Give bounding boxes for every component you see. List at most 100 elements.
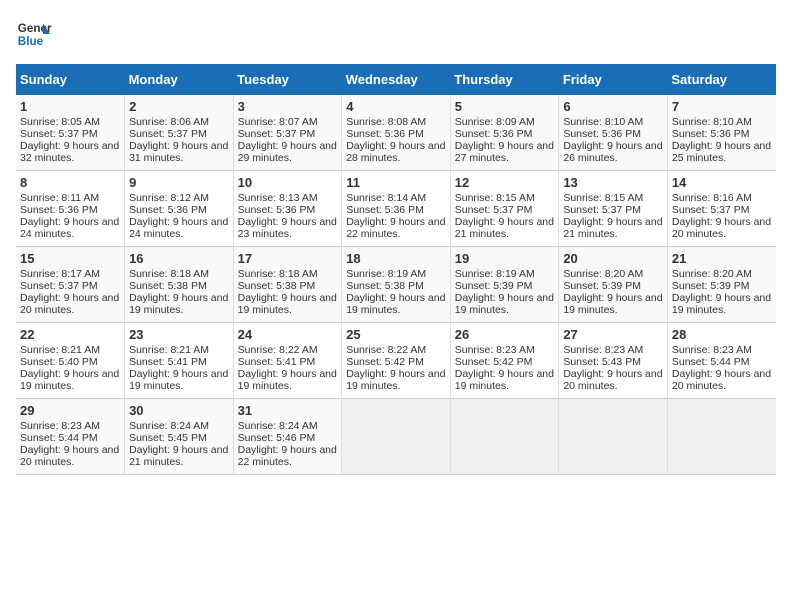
- daylight: Daylight: 9 hours and 23 minutes.: [238, 216, 337, 240]
- logo-icon: General Blue: [16, 16, 52, 52]
- sunrise: Sunrise: 8:22 AM: [346, 344, 426, 356]
- sunset: Sunset: 5:37 PM: [455, 204, 533, 216]
- sunrise: Sunrise: 8:23 AM: [455, 344, 535, 356]
- calendar-cell: 24Sunrise: 8:22 AMSunset: 5:41 PMDayligh…: [233, 323, 342, 399]
- sunset: Sunset: 5:44 PM: [20, 432, 98, 444]
- calendar-cell: 5Sunrise: 8:09 AMSunset: 5:36 PMDaylight…: [450, 95, 559, 171]
- daylight: Daylight: 9 hours and 26 minutes.: [563, 140, 662, 164]
- sunset: Sunset: 5:41 PM: [129, 356, 207, 368]
- sunset: Sunset: 5:42 PM: [455, 356, 533, 368]
- day-number: 14: [672, 175, 772, 190]
- week-row-5: 29Sunrise: 8:23 AMSunset: 5:44 PMDayligh…: [16, 399, 776, 475]
- sunrise: Sunrise: 8:06 AM: [129, 116, 209, 128]
- week-row-3: 15Sunrise: 8:17 AMSunset: 5:37 PMDayligh…: [16, 247, 776, 323]
- day-number: 7: [672, 99, 772, 114]
- daylight: Daylight: 9 hours and 20 minutes.: [563, 368, 662, 392]
- sunrise: Sunrise: 8:22 AM: [238, 344, 318, 356]
- calendar-cell: 3Sunrise: 8:07 AMSunset: 5:37 PMDaylight…: [233, 95, 342, 171]
- sunset: Sunset: 5:36 PM: [346, 204, 424, 216]
- daylight: Daylight: 9 hours and 21 minutes.: [455, 216, 554, 240]
- sunrise: Sunrise: 8:24 AM: [129, 420, 209, 432]
- day-number: 12: [455, 175, 555, 190]
- sunrise: Sunrise: 8:10 AM: [672, 116, 752, 128]
- day-number: 1: [20, 99, 120, 114]
- daylight: Daylight: 9 hours and 22 minutes.: [346, 216, 445, 240]
- daylight: Daylight: 9 hours and 19 minutes.: [238, 368, 337, 392]
- calendar-cell: 17Sunrise: 8:18 AMSunset: 5:38 PMDayligh…: [233, 247, 342, 323]
- calendar-cell: 20Sunrise: 8:20 AMSunset: 5:39 PMDayligh…: [559, 247, 668, 323]
- sunrise: Sunrise: 8:21 AM: [129, 344, 209, 356]
- day-number: 24: [238, 327, 338, 342]
- daylight: Daylight: 9 hours and 19 minutes.: [455, 368, 554, 392]
- sunset: Sunset: 5:38 PM: [129, 280, 207, 292]
- day-number: 30: [129, 403, 229, 418]
- sunset: Sunset: 5:44 PM: [672, 356, 750, 368]
- sunrise: Sunrise: 8:11 AM: [20, 192, 99, 204]
- daylight: Daylight: 9 hours and 21 minutes.: [129, 444, 228, 468]
- sunrise: Sunrise: 8:23 AM: [672, 344, 752, 356]
- sunrise: Sunrise: 8:21 AM: [20, 344, 100, 356]
- calendar-cell: 8Sunrise: 8:11 AMSunset: 5:36 PMDaylight…: [16, 171, 125, 247]
- sunrise: Sunrise: 8:15 AM: [563, 192, 643, 204]
- sunset: Sunset: 5:37 PM: [129, 128, 207, 140]
- daylight: Daylight: 9 hours and 19 minutes.: [346, 368, 445, 392]
- calendar-cell: 16Sunrise: 8:18 AMSunset: 5:38 PMDayligh…: [125, 247, 234, 323]
- sunset: Sunset: 5:39 PM: [672, 280, 750, 292]
- calendar-cell: 19Sunrise: 8:19 AMSunset: 5:39 PMDayligh…: [450, 247, 559, 323]
- logo: General Blue: [16, 16, 52, 52]
- day-number: 13: [563, 175, 663, 190]
- daylight: Daylight: 9 hours and 20 minutes.: [20, 444, 119, 468]
- calendar-cell: 6Sunrise: 8:10 AMSunset: 5:36 PMDaylight…: [559, 95, 668, 171]
- sunset: Sunset: 5:39 PM: [455, 280, 533, 292]
- daylight: Daylight: 9 hours and 29 minutes.: [238, 140, 337, 164]
- sunrise: Sunrise: 8:10 AM: [563, 116, 643, 128]
- sunset: Sunset: 5:37 PM: [20, 280, 98, 292]
- day-number: 19: [455, 251, 555, 266]
- sunset: Sunset: 5:39 PM: [563, 280, 641, 292]
- sunset: Sunset: 5:37 PM: [238, 128, 316, 140]
- daylight: Daylight: 9 hours and 19 minutes.: [672, 292, 771, 316]
- daylight: Daylight: 9 hours and 20 minutes.: [672, 216, 771, 240]
- header-wednesday: Wednesday: [342, 64, 451, 95]
- daylight: Daylight: 9 hours and 24 minutes.: [20, 216, 119, 240]
- header-tuesday: Tuesday: [233, 64, 342, 95]
- day-number: 28: [672, 327, 772, 342]
- sunset: Sunset: 5:38 PM: [346, 280, 424, 292]
- daylight: Daylight: 9 hours and 19 minutes.: [346, 292, 445, 316]
- calendar-cell: 21Sunrise: 8:20 AMSunset: 5:39 PMDayligh…: [667, 247, 776, 323]
- sunset: Sunset: 5:42 PM: [346, 356, 424, 368]
- daylight: Daylight: 9 hours and 32 minutes.: [20, 140, 119, 164]
- daylight: Daylight: 9 hours and 20 minutes.: [20, 292, 119, 316]
- sunrise: Sunrise: 8:05 AM: [20, 116, 100, 128]
- header-saturday: Saturday: [667, 64, 776, 95]
- calendar-cell: 1Sunrise: 8:05 AMSunset: 5:37 PMDaylight…: [16, 95, 125, 171]
- week-row-4: 22Sunrise: 8:21 AMSunset: 5:40 PMDayligh…: [16, 323, 776, 399]
- day-number: 23: [129, 327, 229, 342]
- day-number: 6: [563, 99, 663, 114]
- day-number: 10: [238, 175, 338, 190]
- header-thursday: Thursday: [450, 64, 559, 95]
- sunrise: Sunrise: 8:20 AM: [672, 268, 752, 280]
- day-number: 11: [346, 175, 446, 190]
- calendar-cell: 26Sunrise: 8:23 AMSunset: 5:42 PMDayligh…: [450, 323, 559, 399]
- calendar-cell: [450, 399, 559, 475]
- daylight: Daylight: 9 hours and 28 minutes.: [346, 140, 445, 164]
- calendar-cell: 30Sunrise: 8:24 AMSunset: 5:45 PMDayligh…: [125, 399, 234, 475]
- calendar-cell: [559, 399, 668, 475]
- calendar-cell: 11 Sunrise: 8:14 AMSunset: 5:36 PMDayligh…: [342, 171, 451, 247]
- calendar-cell: 9Sunrise: 8:12 AMSunset: 5:36 PMDaylight…: [125, 171, 234, 247]
- calendar-cell: 13Sunrise: 8:15 AMSunset: 5:37 PMDayligh…: [559, 171, 668, 247]
- sunset: Sunset: 5:36 PM: [129, 204, 207, 216]
- daylight: Daylight: 9 hours and 31 minutes.: [129, 140, 228, 164]
- sunrise: Sunrise: 8:08 AM: [346, 116, 426, 128]
- sunset: Sunset: 5:36 PM: [238, 204, 316, 216]
- daylight: Daylight: 9 hours and 19 minutes.: [563, 292, 662, 316]
- week-row-1: 1Sunrise: 8:05 AMSunset: 5:37 PMDaylight…: [16, 95, 776, 171]
- sunrise: Sunrise: 8:14 AM: [346, 192, 426, 204]
- daylight: Daylight: 9 hours and 19 minutes.: [455, 292, 554, 316]
- sunrise: Sunrise: 8:18 AM: [238, 268, 318, 280]
- daylight: Daylight: 9 hours and 19 minutes.: [20, 368, 119, 392]
- daylight: Daylight: 9 hours and 19 minutes.: [129, 292, 228, 316]
- sunset: Sunset: 5:36 PM: [20, 204, 98, 216]
- day-number: 17: [238, 251, 338, 266]
